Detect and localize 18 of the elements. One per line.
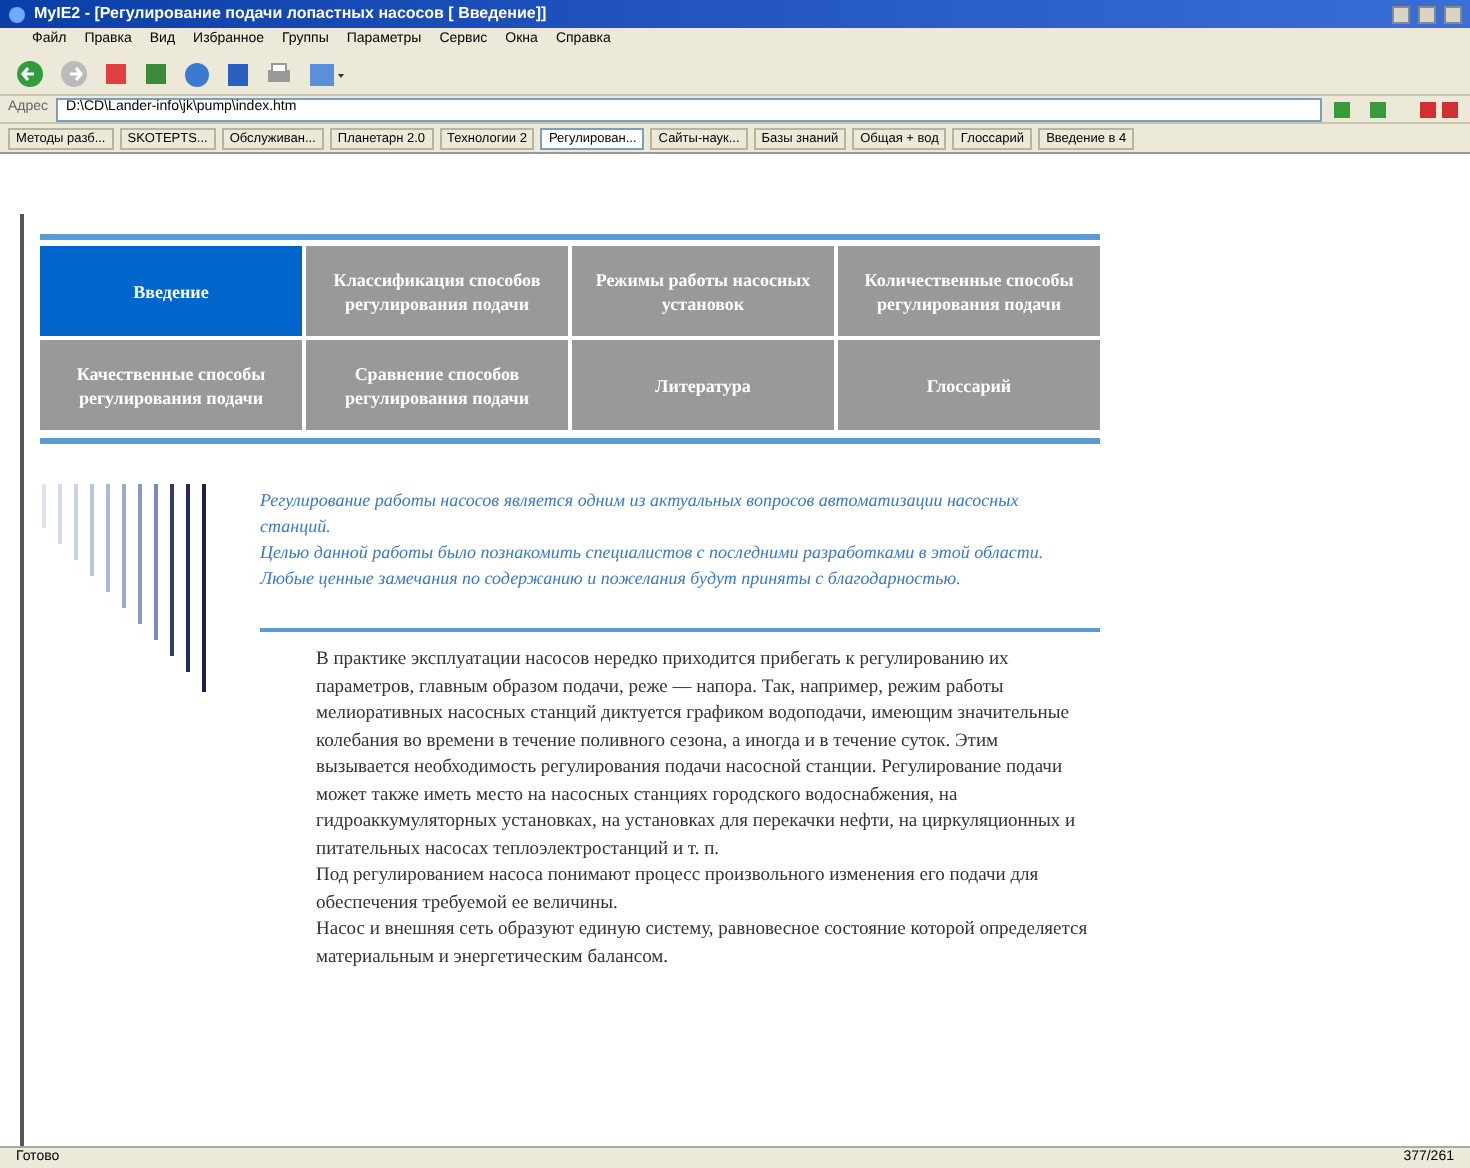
body-paragraph: В практике эксплуатации насосов нередко приходится прибегать к регулированию их параметров, главным образом подачи, реже — напора. Так, например, режим работы мелиоративных насосных станций диктуется графиком водоподачи, имеющим значительные колебания во времени в течение поливного сезона, а иногда и в течение суток. Этим вызывается необходимость регулирования подачи насосной станции. Регулирование подачи может также иметь место на насосных станциях городского водоснабжения, на гидроаккумуляторных установках, на установках для перекачки нефти, на циркуляционных и питательных насосах теплоэлектростанций и т. п. bbox=[316, 648, 1078, 863]
globe-icon[interactable] bbox=[184, 61, 210, 87]
window-title: MyIE2 - [Регулирование подачи лопастных насосов [ Введение]] bbox=[34, 2, 549, 26]
forward-icon[interactable] bbox=[60, 60, 88, 88]
stop-icon[interactable] bbox=[104, 62, 128, 86]
close-button[interactable] bbox=[1444, 5, 1462, 23]
app-icon bbox=[8, 5, 26, 23]
printer-icon[interactable] bbox=[266, 61, 292, 87]
back-icon[interactable] bbox=[16, 60, 44, 88]
maximize-button[interactable] bbox=[1418, 5, 1436, 23]
minimize-button[interactable] bbox=[1392, 5, 1410, 23]
intro-text: Регулирование работы насосов является одним из актуальных вопросов автоматизации насосных станций. bbox=[260, 488, 1021, 540]
intro-text: Любые ценные замечания по содержанию и пожелания будут приняты с благодарностью. bbox=[260, 566, 963, 592]
window-icon[interactable] bbox=[308, 61, 344, 87]
body-paragraph: Насос и внешняя сеть образуют единую систему, равновесное состояние которой определяется материальным и энергетическим балансом. bbox=[316, 918, 1088, 971]
body-paragraph: Под регулированием насоса понимают процесс произвольного изменения его подачи для обеспечения требуемой ее величины. bbox=[316, 864, 1041, 917]
intro-text: Целью данной работы было познакомить специалистов с последними разработками в этой области. bbox=[260, 540, 1046, 566]
nav-link[interactable]: Введение bbox=[40, 246, 302, 336]
